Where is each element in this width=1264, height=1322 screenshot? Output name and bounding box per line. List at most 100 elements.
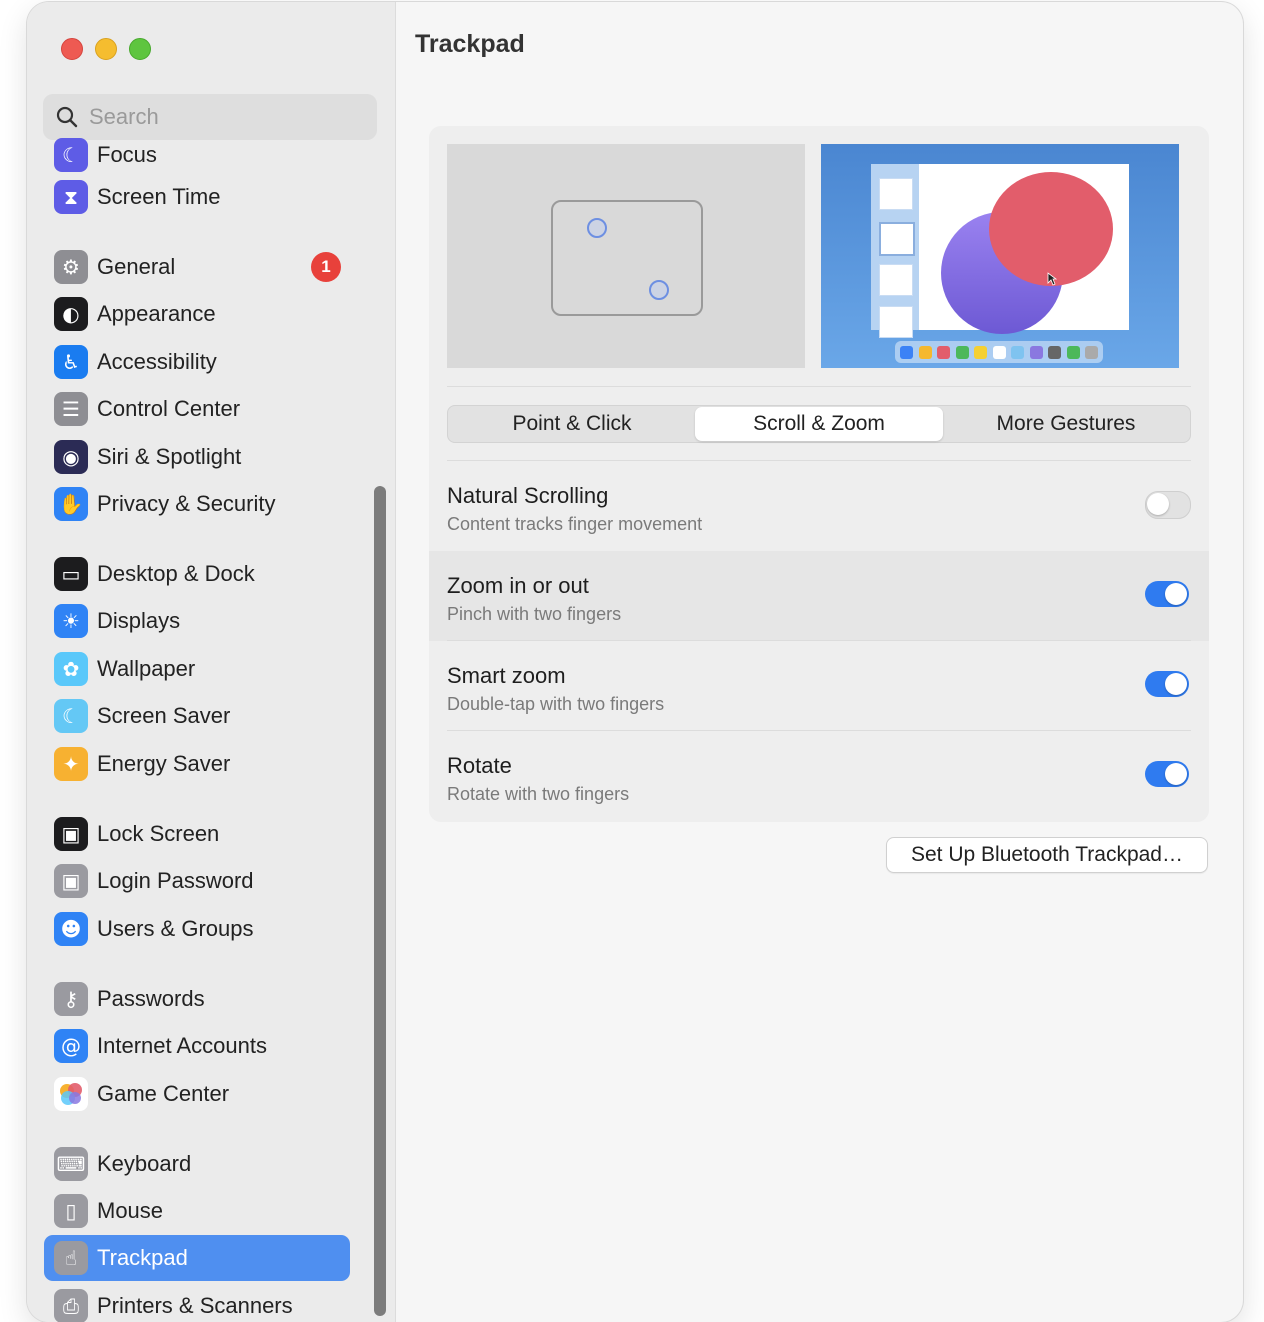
- rotate-toggle[interactable]: [1145, 761, 1189, 787]
- sidebar-item-users-groups[interactable]: ☻ Users & Groups: [44, 906, 350, 952]
- lock-icon: ▣: [54, 864, 88, 898]
- sidebar-item-passwords[interactable]: ⚷ Passwords: [44, 976, 350, 1022]
- toggle-knob: [1165, 763, 1187, 785]
- sidebar-item-focus[interactable]: ☾ Focus: [44, 132, 350, 178]
- notification-badge: 1: [311, 252, 341, 282]
- gear-icon: ⚙: [54, 250, 88, 284]
- sidebar-item-desktop-dock[interactable]: ▭ Desktop & Dock: [44, 551, 350, 597]
- zoom-in-or-out-toggle[interactable]: [1145, 581, 1189, 607]
- tab-point-click[interactable]: Point & Click: [448, 406, 696, 442]
- flower-icon: ✿: [54, 652, 88, 686]
- dock-app-icon: [937, 346, 950, 359]
- setting-row-zoom-in-or-out: Zoom in or out Pinch with two fingers: [429, 551, 1209, 641]
- preview-thumbnail: [879, 178, 913, 210]
- dock-icon: ▭: [54, 557, 88, 591]
- siri-icon: ◉: [54, 440, 88, 474]
- dock-app-icon: [1066, 346, 1080, 359]
- accessibility-icon: ♿: [54, 345, 88, 379]
- sidebar-item-label: General: [97, 254, 176, 279]
- sidebar-item-mouse[interactable]: ▯ Mouse: [44, 1188, 350, 1234]
- at-icon: @: [54, 1029, 88, 1063]
- divider: [447, 386, 1191, 387]
- sidebar-item-label: Mouse: [97, 1198, 164, 1223]
- control-center-icon: ☰: [54, 392, 88, 426]
- sidebar: ☾ Focus ⧗ Screen Time ⚙ General 1 ◐ Appearance ♿ A…: [27, 2, 396, 1322]
- sidebar-item-energy-saver[interactable]: ✦ Energy Saver: [44, 741, 350, 787]
- zoom-window-button[interactable]: [129, 38, 151, 60]
- gesture-preview-trackpad: [447, 144, 805, 368]
- sidebar-item-label: Privacy & Security: [97, 491, 276, 516]
- trackpad-settings-panel: Point & Click Scroll & Zoom More Gestures …: [429, 126, 1209, 822]
- users-icon: ☻: [54, 912, 88, 946]
- page-title: Trackpad: [415, 30, 525, 58]
- lightbulb-icon: ✦: [54, 747, 88, 781]
- natural-scrolling-toggle[interactable]: [1145, 491, 1191, 519]
- close-window-button[interactable]: [61, 38, 83, 60]
- sidebar-item-label: Passwords: [97, 986, 205, 1011]
- sidebar-item-wallpaper[interactable]: ✿ Wallpaper: [44, 646, 350, 692]
- toggle-knob: [1165, 673, 1187, 695]
- sidebar-item-label: Appearance: [97, 301, 216, 326]
- sidebar-item-printers-scanners[interactable]: ⎙ Printers & Scanners: [44, 1283, 350, 1322]
- dock-app-icon: [1085, 346, 1098, 359]
- sidebar-item-label: Desktop & Dock: [97, 561, 255, 586]
- hourglass-icon: ⧗: [54, 180, 88, 214]
- sidebar-item-label: Users & Groups: [97, 916, 254, 941]
- tab-more-gestures[interactable]: More Gestures: [942, 406, 1190, 442]
- sidebar-item-label: Printers & Scanners: [97, 1293, 293, 1318]
- keyboard-icon: ⌨: [54, 1147, 88, 1181]
- sidebar-item-label: Energy Saver: [97, 751, 231, 776]
- sidebar-item-accessibility[interactable]: ♿ Accessibility: [44, 339, 350, 385]
- sidebar-item-trackpad[interactable]: ☝ Trackpad: [44, 1235, 350, 1281]
- printer-icon: ⎙: [54, 1289, 88, 1322]
- sidebar-item-control-center[interactable]: ☰ Control Center: [44, 386, 350, 432]
- game-center-icon: [54, 1077, 88, 1111]
- sidebar-item-label: Screen Saver: [97, 703, 231, 728]
- sidebar-item-login-password[interactable]: ▣ Login Password: [44, 858, 350, 904]
- sidebar-item-label: Login Password: [97, 868, 254, 893]
- hand-icon: ✋: [54, 487, 88, 521]
- search-icon: [56, 106, 78, 128]
- sidebar-item-screen-saver[interactable]: ☾ Screen Saver: [44, 693, 350, 739]
- setting-title: Natural Scrolling: [447, 483, 609, 508]
- tab-scroll-zoom[interactable]: Scroll & Zoom: [695, 407, 943, 441]
- appearance-icon: ◐: [54, 297, 88, 331]
- toggle-knob: [1147, 493, 1169, 515]
- smart-zoom-toggle[interactable]: [1145, 671, 1189, 697]
- key-icon: ⚷: [54, 982, 88, 1016]
- settings-window: ☾ Focus ⧗ Screen Time ⚙ General 1 ◐ Appearance ♿ A…: [27, 2, 1243, 1322]
- sidebar-item-internet-accounts[interactable]: @ Internet Accounts: [44, 1023, 350, 1069]
- sidebar-item-label: Control Center: [97, 396, 241, 421]
- gesture-preview-screen: [821, 144, 1179, 368]
- sidebar-item-siri-spotlight[interactable]: ◉ Siri & Spotlight: [44, 434, 350, 480]
- sun-icon: ☀: [54, 604, 88, 638]
- sidebar-item-displays[interactable]: ☀ Displays: [44, 598, 350, 644]
- sidebar-item-game-center[interactable]: Game Center: [44, 1071, 350, 1117]
- preview-thumbnail: [879, 264, 913, 296]
- dock-app-icon: [1029, 346, 1043, 359]
- preview-red-circle: [989, 172, 1113, 286]
- preview-thumbnail: [879, 306, 913, 338]
- sidebar-item-screen-time[interactable]: ⧗ Screen Time: [44, 174, 350, 220]
- trackpad-illustration: [551, 200, 703, 316]
- sidebar-item-appearance[interactable]: ◐ Appearance: [44, 291, 350, 337]
- sidebar-item-label: Accessibility: [97, 349, 217, 374]
- dock-app-icon: [992, 346, 1006, 359]
- sidebar-item-general[interactable]: ⚙ General 1: [44, 244, 350, 290]
- setting-description: Double-tap with two fingers: [447, 694, 665, 714]
- sidebar-scrollbar[interactable]: [374, 486, 386, 1316]
- minimize-window-button[interactable]: [95, 38, 117, 60]
- setting-row-rotate: Rotate Rotate with two fingers: [429, 731, 1209, 821]
- lock-screen-icon: ▣: [54, 817, 88, 851]
- preview-dock: [895, 341, 1103, 363]
- setup-bluetooth-trackpad-button[interactable]: Set Up Bluetooth Trackpad…: [886, 837, 1208, 873]
- sidebar-item-lock-screen[interactable]: ▣ Lock Screen: [44, 811, 350, 857]
- dock-app-icon: [1048, 346, 1061, 359]
- dock-app-icon: [900, 346, 913, 359]
- sidebar-item-privacy-security[interactable]: ✋ Privacy & Security: [44, 481, 350, 527]
- moon-icon: ☾: [54, 138, 88, 172]
- sidebar-item-label: Displays: [97, 608, 181, 633]
- sidebar-item-keyboard[interactable]: ⌨ Keyboard: [44, 1141, 350, 1187]
- screen-saver-icon: ☾: [54, 699, 88, 733]
- setting-title: Zoom in or out: [447, 573, 589, 598]
